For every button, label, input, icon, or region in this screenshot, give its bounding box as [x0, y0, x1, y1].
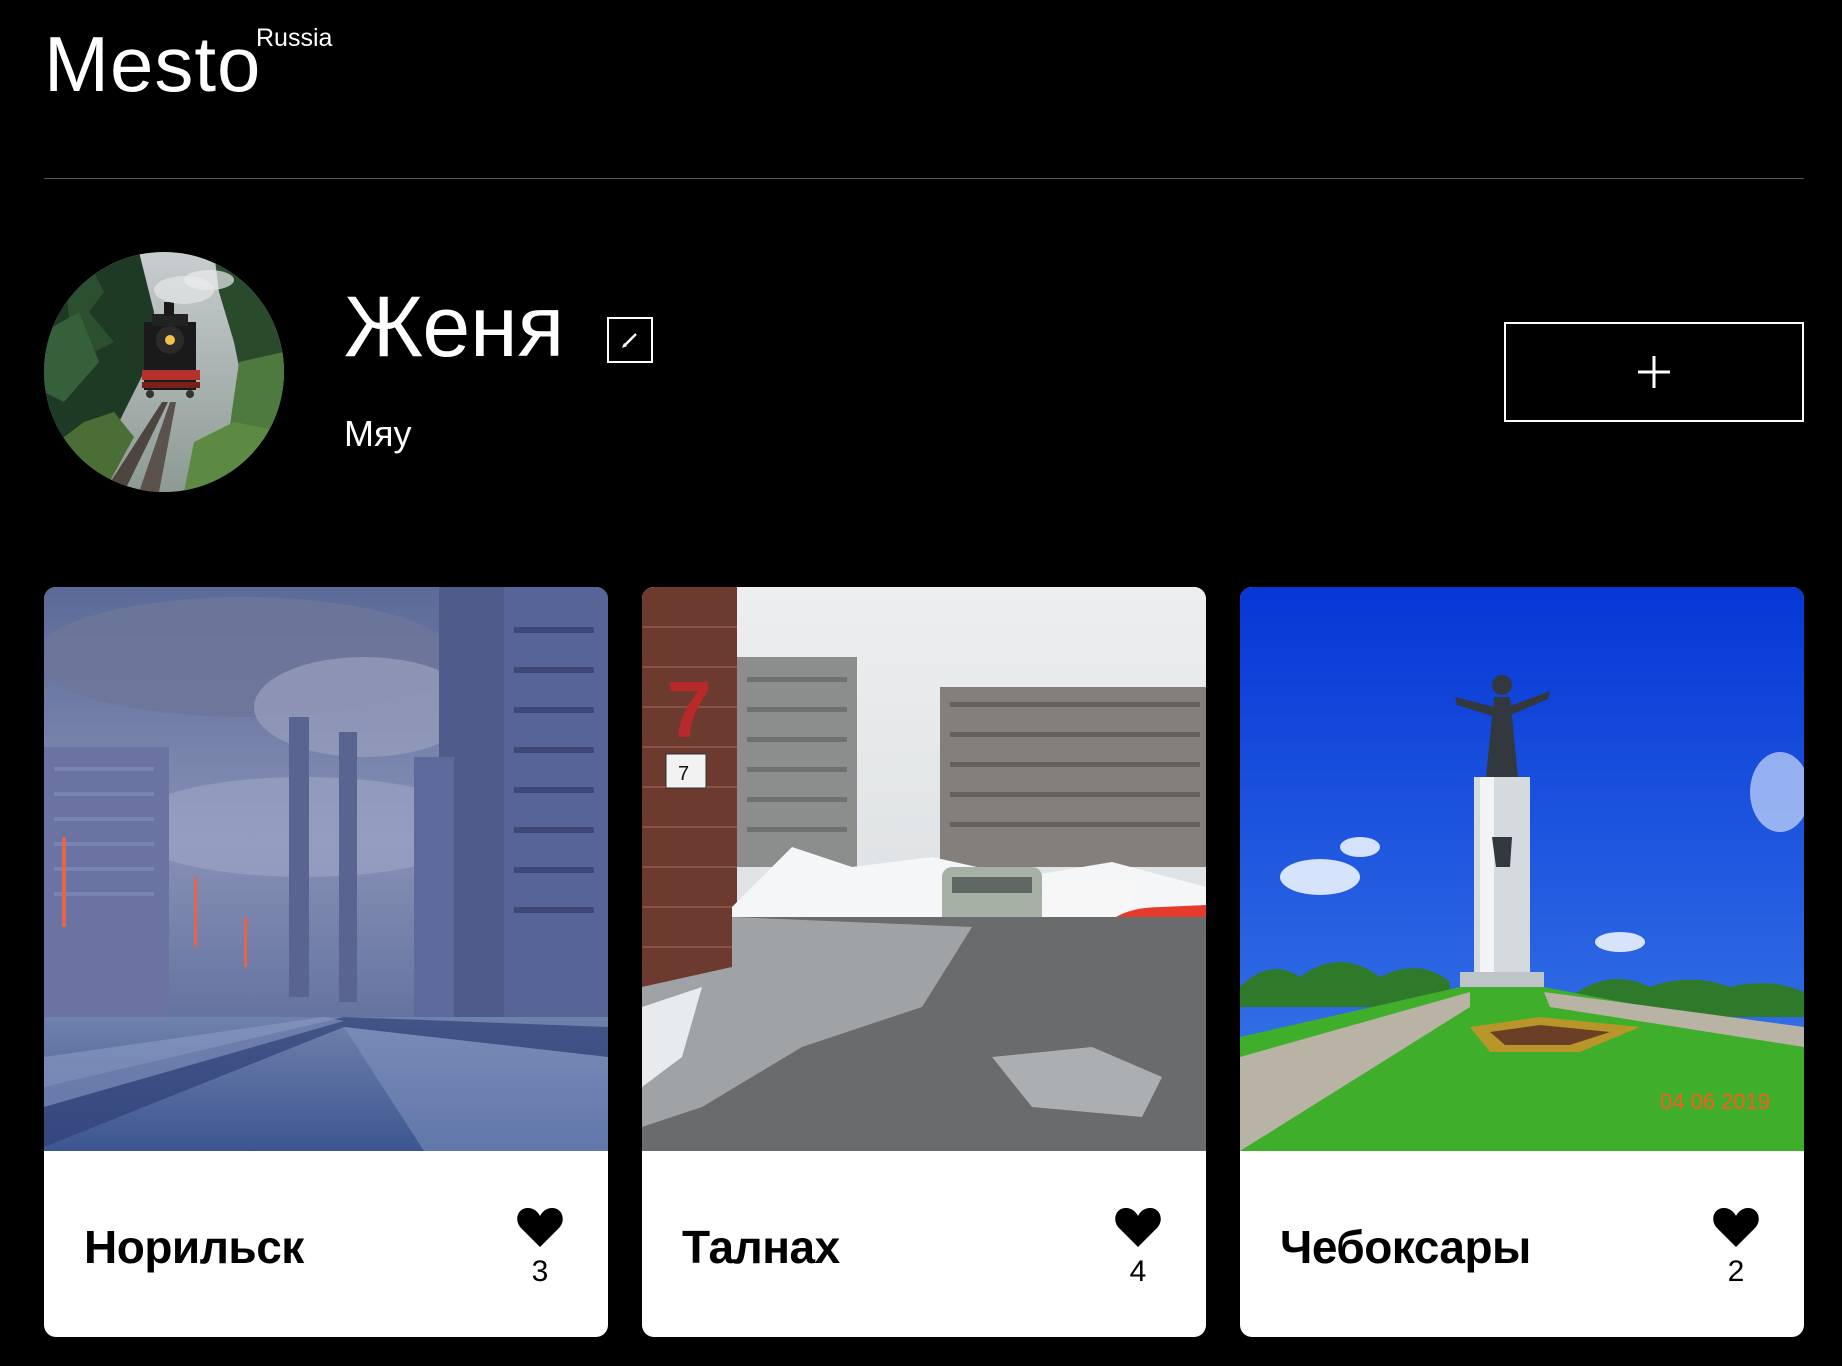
logo-text: Mesto — [44, 20, 262, 108]
cards-list: Норильск 3 7 7 Талнах 4 04 06 2019 Чебок… — [44, 587, 1804, 1337]
like-container: 3 — [512, 1205, 568, 1305]
card-image[interactable]: 7 7 — [642, 587, 1206, 1151]
like-container: 2 — [1708, 1205, 1764, 1305]
like-count: 2 — [1727, 1255, 1745, 1288]
like-count: 3 — [531, 1255, 549, 1288]
svg-text:7: 7 — [667, 665, 712, 754]
avatar-train-photo — [44, 252, 284, 492]
card-title: Чебоксары — [1280, 1221, 1531, 1273]
profile: Женя Мяу — [44, 252, 1804, 492]
card: 7 7 Талнах 4 — [642, 587, 1206, 1337]
card: Норильск 3 — [44, 587, 608, 1337]
card-title: Талнах — [682, 1221, 840, 1273]
card: 04 06 2019 Чебоксары 2 — [1240, 587, 1804, 1337]
card-photo-cheboksary: 04 06 2019 — [1240, 587, 1804, 1151]
add-card-button[interactable] — [1504, 322, 1804, 422]
photo-date-stamp: 04 06 2019 — [1660, 1089, 1770, 1114]
plus-icon — [1638, 356, 1670, 388]
logo-region: Russia — [256, 24, 333, 52]
card-photo-norilsk — [44, 587, 608, 1151]
profile-name: Женя — [344, 279, 565, 375]
heart-icon — [1713, 1208, 1759, 1247]
header: Mesto Russia — [44, 0, 1804, 180]
like-container: 4 — [1110, 1205, 1166, 1305]
like-button[interactable] — [1114, 1205, 1162, 1249]
logo[interactable]: Mesto Russia — [44, 24, 332, 104]
svg-text:7: 7 — [678, 763, 689, 785]
card-title: Норильск — [84, 1221, 304, 1273]
heart-icon — [1115, 1208, 1161, 1247]
card-image[interactable] — [44, 587, 608, 1151]
card-photo-talnakh: 7 7 — [642, 587, 1206, 1151]
header-divider — [44, 178, 1804, 179]
like-button[interactable] — [516, 1205, 564, 1249]
pencil-icon — [622, 333, 637, 348]
edit-profile-button[interactable] — [607, 317, 653, 363]
card-image[interactable]: 04 06 2019 — [1240, 587, 1804, 1151]
profile-about: Мяу — [344, 413, 412, 454]
page: Mesto Russia Женя Мяу Норильск 3 7 7 Тал… — [0, 0, 1842, 1366]
like-button[interactable] — [1712, 1205, 1760, 1249]
heart-icon — [517, 1208, 563, 1247]
avatar[interactable] — [44, 252, 284, 492]
like-count: 4 — [1129, 1255, 1147, 1288]
